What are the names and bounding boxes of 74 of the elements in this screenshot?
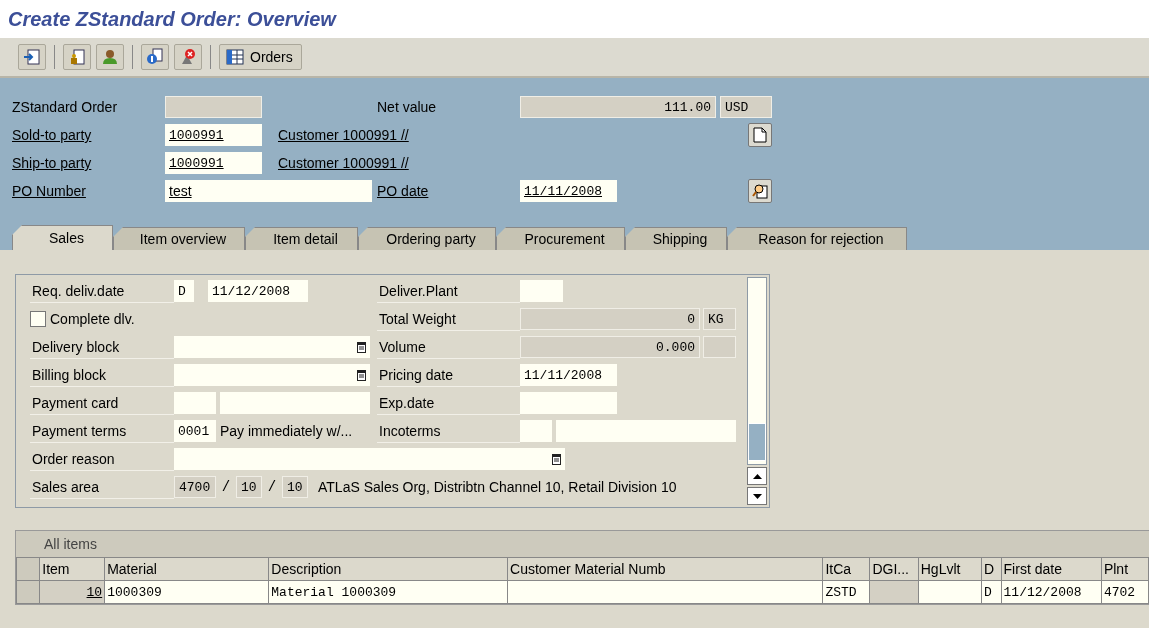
pricing-date-field[interactable]: 11/11/2008 <box>520 364 617 386</box>
table-cell: 1000309 <box>104 580 269 604</box>
column-header[interactable]: HgLvlt <box>918 557 982 581</box>
select-all-button[interactable] <box>16 557 40 581</box>
orders-button[interactable]: Orders <box>219 44 302 70</box>
tab[interactable]: Ordering party <box>358 227 496 250</box>
incoterms-text-field[interactable] <box>556 420 736 442</box>
dropdown-icon[interactable] <box>357 341 366 353</box>
payment-terms-text: Pay immediately w/... <box>220 423 353 439</box>
separator-text: / <box>220 479 232 495</box>
tab[interactable]: Item detail <box>245 227 358 250</box>
person-icon[interactable] <box>96 44 124 70</box>
field-label: Net value <box>377 99 438 115</box>
dropdown-icon[interactable] <box>552 453 561 465</box>
sales-area-text: ATLaS Sales Org, Distribtn Channel 10, Retail Division 10 <box>318 479 677 495</box>
table-cell: Material 1000309 <box>268 580 508 604</box>
payment-card-type-field[interactable] <box>174 392 216 414</box>
sold-to-field[interactable]: 1000991 <box>165 124 262 146</box>
tab[interactable]: Procurement <box>496 227 625 250</box>
deliver-plant-field[interactable] <box>520 280 563 302</box>
column-header[interactable]: ItCa <box>822 557 870 581</box>
scroll-down-icon[interactable] <box>747 487 767 505</box>
delete-icon[interactable] <box>174 44 202 70</box>
division-field: 10 <box>282 476 308 498</box>
column-header[interactable]: Material <box>104 557 269 581</box>
volume-field: 0.000 <box>520 336 700 358</box>
column-header[interactable]: Plnt <box>1101 557 1149 581</box>
table-icon <box>226 49 244 65</box>
table-title: All items <box>16 531 1149 557</box>
tab[interactable]: Item overview <box>113 227 245 250</box>
document-info-icon[interactable] <box>141 44 169 70</box>
expiry-date-field[interactable] <box>520 392 617 414</box>
column-header[interactable]: Customer Material Numb <box>507 557 823 581</box>
separator-text: / <box>266 479 278 495</box>
po-date-field[interactable]: 11/11/2008 <box>520 180 617 202</box>
field-label-link[interactable]: PO Number <box>12 183 165 199</box>
dropdown-icon[interactable] <box>357 369 366 381</box>
document-icon[interactable] <box>748 123 772 147</box>
field-label: ZStandard Order <box>12 99 119 115</box>
vertical-scrollbar[interactable] <box>747 277 767 505</box>
scroll-up-icon[interactable] <box>747 467 767 485</box>
column-header[interactable]: Description <box>268 557 508 581</box>
magnifier-document-icon[interactable] <box>748 179 772 203</box>
scrollbar-thumb[interactable] <box>748 423 766 461</box>
document-person-icon[interactable] <box>63 44 91 70</box>
delivery-date-field[interactable]: 11/12/2008 <box>208 280 308 302</box>
column-header[interactable]: Item <box>39 557 105 581</box>
payment-card-number-field[interactable] <box>220 392 370 414</box>
screen-title: Create ZStandard Order: Overview <box>8 7 336 31</box>
currency-field: USD <box>720 96 772 118</box>
field-label-link[interactable]: Sold-to party <box>12 127 165 143</box>
channel-field: 10 <box>236 476 262 498</box>
tab[interactable]: Sales <box>12 225 113 250</box>
incoterms-field[interactable] <box>520 420 552 442</box>
customer-link[interactable]: Customer 1000991 // <box>278 155 409 171</box>
field-label-link[interactable]: PO date <box>377 183 520 199</box>
column-header[interactable]: First date <box>1001 557 1102 581</box>
complete-delivery-checkbox[interactable]: Complete dlv. <box>30 311 135 327</box>
payment-terms-field[interactable]: 0001 <box>174 420 216 442</box>
tab[interactable]: Shipping <box>625 227 727 250</box>
date-format-field[interactable]: D <box>174 280 194 302</box>
net-value-field: 111.00 <box>520 96 716 118</box>
row-selector[interactable] <box>16 580 40 604</box>
ship-to-field[interactable]: 1000991 <box>165 152 262 174</box>
weight-unit-field: KG <box>703 308 736 330</box>
field-label-link[interactable]: Ship-to party <box>12 155 165 171</box>
total-weight-field: 0 <box>520 308 700 330</box>
enter-icon[interactable] <box>18 44 46 70</box>
po-number-field[interactable]: test <box>165 180 372 202</box>
customer-link[interactable]: Customer 1000991 // <box>278 127 409 143</box>
sales-org-field: 4700 <box>174 476 216 498</box>
column-header[interactable]: DGI... <box>869 557 919 581</box>
tab[interactable]: Reason for rejection <box>727 227 907 250</box>
volume-unit-field <box>703 336 736 358</box>
